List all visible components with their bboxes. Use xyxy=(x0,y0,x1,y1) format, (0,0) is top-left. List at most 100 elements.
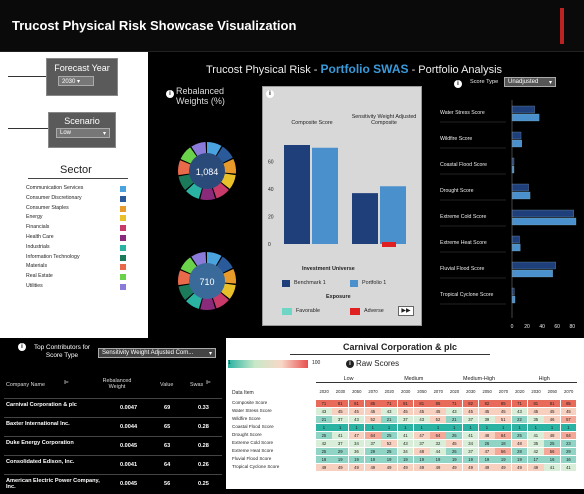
heatmap-cell[interactable]: 49 xyxy=(495,464,512,471)
heatmap-cell[interactable]: 81 xyxy=(332,400,349,407)
heatmap-cell[interactable]: 49 xyxy=(332,464,349,471)
heatmap-cell[interactable]: 1 xyxy=(397,424,414,431)
info-icon[interactable]: i xyxy=(18,343,26,351)
heatmap-cell[interactable]: 19 xyxy=(462,456,479,463)
heatmap-cell[interactable]: 19 xyxy=(446,456,463,463)
heatmap-cell[interactable]: 25 xyxy=(381,432,397,439)
heatmap-cell[interactable]: 44 xyxy=(430,448,446,455)
heatmap-cell[interactable]: 52 xyxy=(381,440,397,447)
contributor-row[interactable]: Carnival Corporation & plc 0.0047 69 0.33 xyxy=(4,398,222,418)
heatmap-cell[interactable]: 1 xyxy=(413,424,430,431)
heatmap-cell[interactable]: 41 xyxy=(462,432,479,439)
heatmap-cell[interactable]: 49 xyxy=(381,464,397,471)
heatmap-cell[interactable]: 34 xyxy=(462,440,479,447)
heatmap-cell[interactable]: 36 xyxy=(348,448,365,455)
heatmap-cell[interactable]: 45 xyxy=(332,408,349,415)
heatmap-cell[interactable]: 19 xyxy=(479,456,495,463)
heatmap-cell[interactable]: 25 xyxy=(381,448,397,455)
heatmap-cell[interactable]: 45 xyxy=(560,408,577,415)
heatmap-cell[interactable]: 25 xyxy=(446,432,463,439)
contributor-row[interactable]: Duke Energy Corporation 0.0045 63 0.28 xyxy=(4,436,222,456)
sector-item[interactable]: Real Estate xyxy=(26,272,126,282)
sector-item[interactable]: Energy xyxy=(26,213,126,223)
heatmap-cell[interactable]: 43 xyxy=(316,408,332,415)
heatmap-cell[interactable]: 18 xyxy=(316,456,332,463)
heatmap-cell[interactable]: 25 xyxy=(544,440,560,447)
heatmap-cell[interactable]: 49 xyxy=(397,464,414,471)
heatmap-cell[interactable]: 47 xyxy=(479,448,495,455)
info-icon[interactable]: i xyxy=(454,80,462,88)
heatmap-cell[interactable]: 45 xyxy=(364,408,381,415)
sort-icon[interactable]: ⊫ xyxy=(64,380,69,386)
heatmap-cell[interactable]: 42 xyxy=(316,440,332,447)
heatmap-cell[interactable]: 29 xyxy=(364,448,381,455)
heatmap-cell[interactable]: 82 xyxy=(462,400,479,407)
contributor-row[interactable]: American Electric Power Company, Inc. 0.0… xyxy=(4,474,222,494)
heatmap-cell[interactable]: 48 xyxy=(511,440,528,447)
heatmap-cell[interactable]: 18 xyxy=(495,440,512,447)
heatmap-cell[interactable]: 25 xyxy=(316,432,332,439)
heatmap-cell[interactable]: 21 xyxy=(446,416,463,423)
heatmap-cell[interactable]: 17 xyxy=(527,456,544,463)
heatmap-cell[interactable]: 37 xyxy=(462,416,479,423)
heatmap-cell[interactable]: 81 xyxy=(348,400,365,407)
info-icon[interactable]: i xyxy=(166,90,174,98)
heatmap-cell[interactable]: 56 xyxy=(544,448,560,455)
heatmap-cell[interactable]: 82 xyxy=(479,400,495,407)
heatmap-cell[interactable]: 21 xyxy=(316,416,332,423)
heatmap-cell[interactable]: 19 xyxy=(397,456,414,463)
sector-item[interactable]: Industrials xyxy=(26,243,126,253)
heatmap-cell[interactable]: 85 xyxy=(495,400,512,407)
heatmap-cell[interactable]: 19 xyxy=(413,456,430,463)
heatmap-cell[interactable]: 19 xyxy=(332,456,349,463)
sector-item[interactable]: Communication Services xyxy=(26,184,126,194)
heatmap-cell[interactable]: 25 xyxy=(511,432,528,439)
heatmap-cell[interactable]: 1 xyxy=(560,424,577,431)
heatmap-cell[interactable]: 45 xyxy=(446,440,463,447)
heatmap-cell[interactable]: 19 xyxy=(430,456,446,463)
heatmap-cell[interactable]: 71 xyxy=(381,400,397,407)
heatmap-cell[interactable]: 71 xyxy=(316,400,332,407)
heatmap-cell[interactable]: 25 xyxy=(316,448,332,455)
heatmap-cell[interactable]: 43 xyxy=(446,408,463,415)
forecast-year-dropdown[interactable]: 2030 ▾ xyxy=(58,76,94,86)
heatmap-cell[interactable]: 41 xyxy=(560,464,577,471)
heatmap-cell[interactable]: 45 xyxy=(430,408,446,415)
heatmap-cell[interactable]: 41 xyxy=(397,432,414,439)
heatmap-cell[interactable]: 1 xyxy=(381,424,397,431)
heatmap-cell[interactable]: 85 xyxy=(430,400,446,407)
heatmap-cell[interactable]: 26 xyxy=(479,440,495,447)
heatmap-cell[interactable]: 81 xyxy=(397,400,414,407)
scenario-dropdown[interactable]: Low ▾ xyxy=(56,128,110,138)
heatmap-cell[interactable]: 34 xyxy=(397,448,414,455)
heatmap-cell[interactable]: 21 xyxy=(381,416,397,423)
info-icon[interactable]: i xyxy=(266,90,274,98)
heatmap-cell[interactable]: 41 xyxy=(527,432,544,439)
contributor-row[interactable]: Baxter International Inc. 0.0044 65 0.28 xyxy=(4,417,222,437)
heatmap-cell[interactable]: 49 xyxy=(511,464,528,471)
heatmap-cell[interactable]: 48 xyxy=(413,448,430,455)
heatmap-cell[interactable]: 1 xyxy=(348,424,365,431)
heatmap-cell[interactable]: 64 xyxy=(430,432,446,439)
heatmap-cell[interactable]: 57 xyxy=(560,416,577,423)
heatmap-cell[interactable]: 37 xyxy=(462,448,479,455)
sector-item[interactable]: Health Care xyxy=(26,233,126,243)
heatmap-cell[interactable]: 19 xyxy=(381,456,397,463)
heatmap-cell[interactable]: 49 xyxy=(316,464,332,471)
sector-item[interactable]: Consumer Discretionary xyxy=(26,194,126,204)
heatmap-cell[interactable]: 43 xyxy=(381,408,397,415)
heatmap-cell[interactable]: 81 xyxy=(527,400,544,407)
heatmap-cell[interactable]: 49 xyxy=(527,464,544,471)
heatmap-cell[interactable]: 35 xyxy=(527,416,544,423)
contributors-dropdown[interactable]: Sensitivity Weight Adjusted Com... ▾ xyxy=(98,348,216,358)
heatmap-cell[interactable]: 49 xyxy=(479,464,495,471)
heatmap-cell[interactable]: 1 xyxy=(527,424,544,431)
heatmap-cell[interactable]: 48 xyxy=(544,432,560,439)
heatmap-cell[interactable]: 85 xyxy=(364,400,381,407)
heatmap-cell[interactable]: 71 xyxy=(511,400,528,407)
heatmap-cell[interactable]: 19 xyxy=(364,456,381,463)
heatmap-cell[interactable]: 1 xyxy=(364,424,381,431)
heatmap-cell[interactable]: 1 xyxy=(316,424,332,431)
heatmap-cell[interactable]: 52 xyxy=(430,416,446,423)
heatmap-cell[interactable]: 25 xyxy=(446,448,463,455)
